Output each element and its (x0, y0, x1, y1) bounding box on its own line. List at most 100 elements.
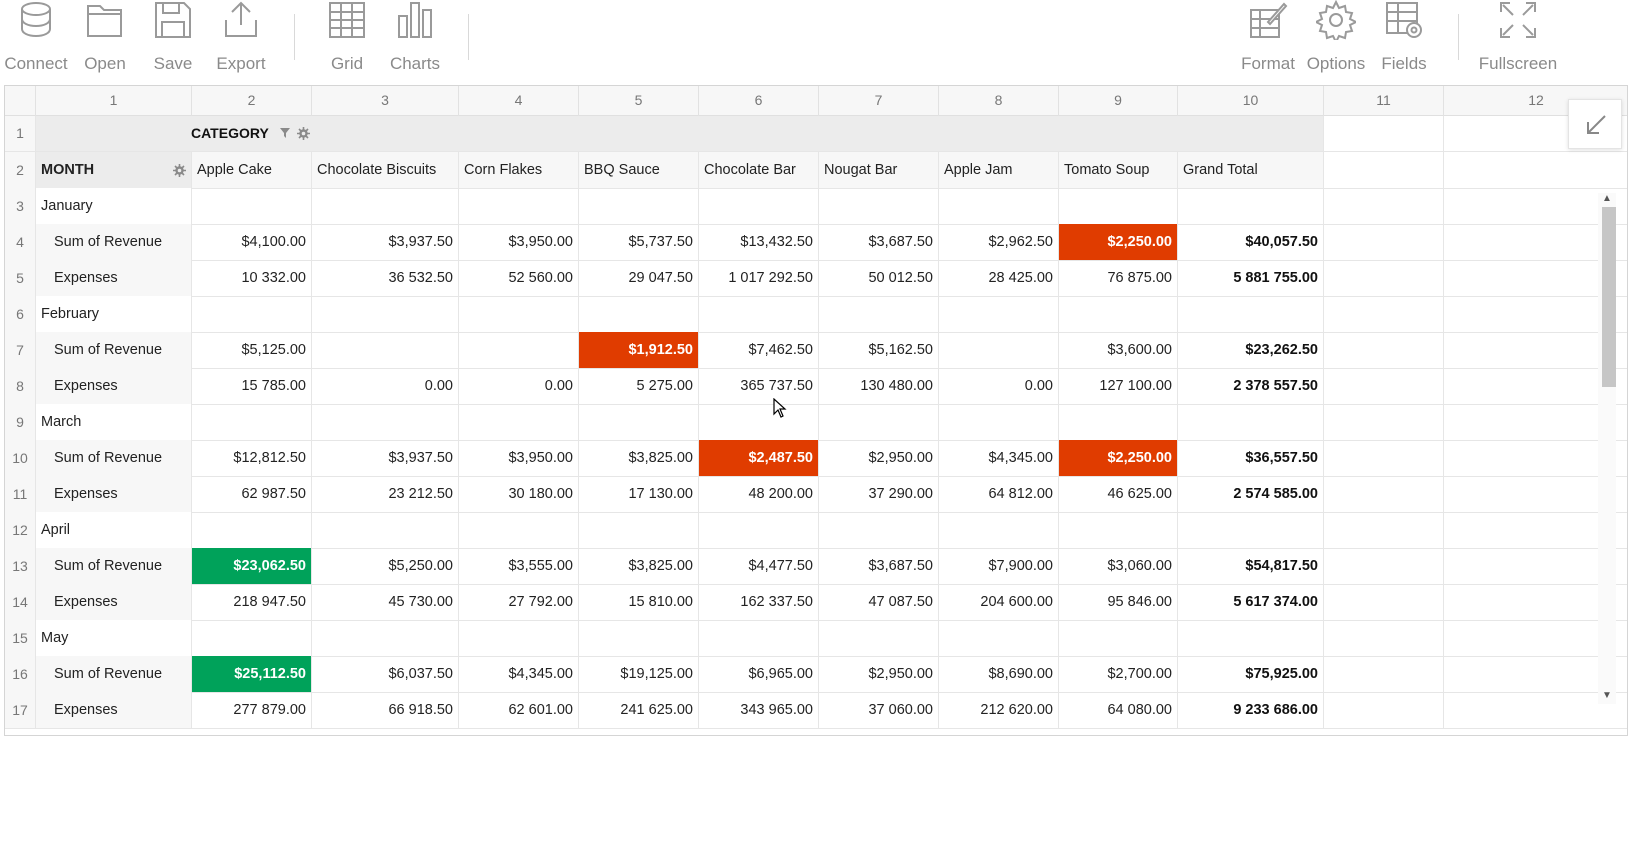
data-cell[interactable] (1059, 296, 1178, 333)
data-cell[interactable] (459, 404, 579, 441)
data-cell[interactable]: 365 737.50 (699, 368, 819, 405)
grand-total-cell[interactable]: $40,057.50 (1178, 224, 1324, 261)
data-cell[interactable]: $4,345.00 (939, 440, 1059, 477)
measure-label[interactable]: Expenses (36, 476, 192, 513)
data-cell[interactable] (1059, 188, 1178, 225)
grand-total-cell[interactable]: $75,925.00 (1178, 656, 1324, 693)
data-cell[interactable]: $2,700.00 (1059, 656, 1178, 693)
measure-label[interactable]: Sum of Revenue (36, 548, 192, 585)
measure-label[interactable]: Sum of Revenue (36, 656, 192, 693)
grid-button[interactable]: Grid (311, 0, 383, 80)
column-number[interactable]: 3 (312, 86, 459, 116)
collapse-button[interactable] (1568, 99, 1622, 149)
data-cell[interactable] (459, 188, 579, 225)
data-cell[interactable]: $4,477.50 (699, 548, 819, 585)
data-cell[interactable] (459, 296, 579, 333)
data-cell[interactable] (312, 188, 459, 225)
data-cell[interactable]: 76 875.00 (1059, 260, 1178, 297)
data-cell[interactable] (819, 188, 939, 225)
data-cell[interactable]: $3,937.50 (312, 224, 459, 261)
gear-icon[interactable] (173, 164, 186, 177)
data-cell[interactable] (819, 296, 939, 333)
column-header[interactable]: Corn Flakes (459, 152, 579, 189)
data-cell[interactable]: $25,112.50 (192, 656, 312, 693)
open-button[interactable]: Open (69, 0, 141, 80)
data-cell[interactable]: 204 600.00 (939, 584, 1059, 621)
data-cell[interactable]: $5,125.00 (192, 332, 312, 369)
grand-total-cell[interactable] (1178, 512, 1324, 549)
data-cell[interactable]: $3,937.50 (312, 440, 459, 477)
column-number[interactable]: 4 (459, 86, 579, 116)
column-number[interactable]: 7 (819, 86, 939, 116)
month-label[interactable]: January (36, 188, 192, 225)
data-cell[interactable] (939, 620, 1059, 657)
data-cell[interactable] (579, 188, 699, 225)
category-header-cell[interactable]: CATEGORY (36, 116, 1324, 152)
fullscreen-button[interactable]: Fullscreen (1478, 0, 1558, 80)
data-cell[interactable]: $3,687.50 (819, 548, 939, 585)
data-cell[interactable]: $5,162.50 (819, 332, 939, 369)
grand-total-cell[interactable]: 9 233 686.00 (1178, 692, 1324, 729)
column-number[interactable]: 10 (1178, 86, 1324, 116)
data-cell[interactable] (312, 620, 459, 657)
data-cell[interactable] (939, 404, 1059, 441)
grand-total-cell[interactable] (1178, 296, 1324, 333)
measure-label[interactable]: Expenses (36, 584, 192, 621)
data-cell[interactable] (312, 404, 459, 441)
grand-total-cell[interactable] (1178, 620, 1324, 657)
data-cell[interactable]: 29 047.50 (579, 260, 699, 297)
data-cell[interactable]: $3,825.00 (579, 440, 699, 477)
connect-button[interactable]: Connect (0, 0, 72, 80)
data-cell[interactable]: $7,900.00 (939, 548, 1059, 585)
data-cell[interactable] (939, 512, 1059, 549)
column-header[interactable]: Apple Jam (939, 152, 1059, 189)
data-cell[interactable]: 1 017 292.50 (699, 260, 819, 297)
data-cell[interactable] (939, 296, 1059, 333)
data-cell[interactable] (192, 620, 312, 657)
month-label[interactable]: March (36, 404, 192, 441)
data-cell[interactable] (1059, 404, 1178, 441)
data-cell[interactable] (579, 512, 699, 549)
data-cell[interactable]: $5,737.50 (579, 224, 699, 261)
grand-total-cell[interactable]: 5 617 374.00 (1178, 584, 1324, 621)
data-cell[interactable] (459, 512, 579, 549)
scrollbar-thumb[interactable] (1602, 207, 1616, 387)
data-cell[interactable]: $3,600.00 (1059, 332, 1178, 369)
measure-label[interactable]: Expenses (36, 368, 192, 405)
data-cell[interactable]: $3,555.00 (459, 548, 579, 585)
export-button[interactable]: Export (205, 0, 277, 80)
data-cell[interactable] (819, 404, 939, 441)
data-cell[interactable]: $3,825.00 (579, 548, 699, 585)
data-cell[interactable] (192, 404, 312, 441)
month-header-cell[interactable]: MONTH (36, 152, 192, 189)
data-cell[interactable]: $19,125.00 (579, 656, 699, 693)
data-cell[interactable] (579, 404, 699, 441)
column-header[interactable]: Chocolate Bar (699, 152, 819, 189)
data-cell[interactable]: $12,812.50 (192, 440, 312, 477)
data-cell[interactable] (699, 620, 819, 657)
measure-label[interactable]: Sum of Revenue (36, 332, 192, 369)
column-number[interactable]: 2 (192, 86, 312, 116)
data-cell[interactable]: 52 560.00 (459, 260, 579, 297)
data-cell[interactable]: 15 810.00 (579, 584, 699, 621)
data-cell[interactable]: $2,962.50 (939, 224, 1059, 261)
column-header[interactable]: Nougat Bar (819, 152, 939, 189)
filter-icon[interactable] (279, 127, 291, 139)
data-cell[interactable]: $3,060.00 (1059, 548, 1178, 585)
data-cell[interactable] (312, 332, 459, 369)
column-header[interactable]: Chocolate Biscuits (312, 152, 459, 189)
data-cell[interactable]: $3,950.00 (459, 224, 579, 261)
data-cell[interactable]: 0.00 (459, 368, 579, 405)
data-cell[interactable]: $3,950.00 (459, 440, 579, 477)
measure-label[interactable]: Sum of Revenue (36, 224, 192, 261)
data-cell[interactable]: 50 012.50 (819, 260, 939, 297)
grand-total-header[interactable]: Grand Total (1178, 152, 1324, 189)
measure-label[interactable]: Expenses (36, 692, 192, 729)
month-label[interactable]: May (36, 620, 192, 657)
data-cell[interactable]: $2,950.00 (819, 656, 939, 693)
data-cell[interactable] (939, 332, 1059, 369)
data-cell[interactable]: $6,965.00 (699, 656, 819, 693)
data-cell[interactable] (699, 188, 819, 225)
data-cell[interactable]: 66 918.50 (312, 692, 459, 729)
column-number[interactable]: 11 (1324, 86, 1444, 116)
